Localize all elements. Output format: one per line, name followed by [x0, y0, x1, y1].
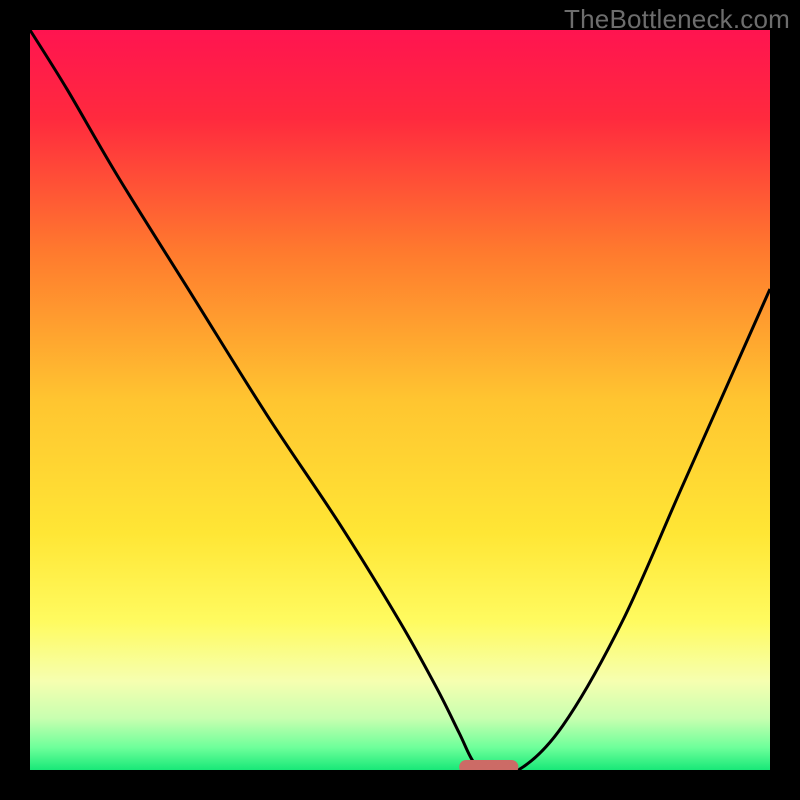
chart-container: TheBottleneck.com	[0, 0, 800, 800]
watermark-text: TheBottleneck.com	[564, 4, 790, 35]
plot-area	[30, 30, 770, 770]
chart-svg	[0, 0, 800, 800]
